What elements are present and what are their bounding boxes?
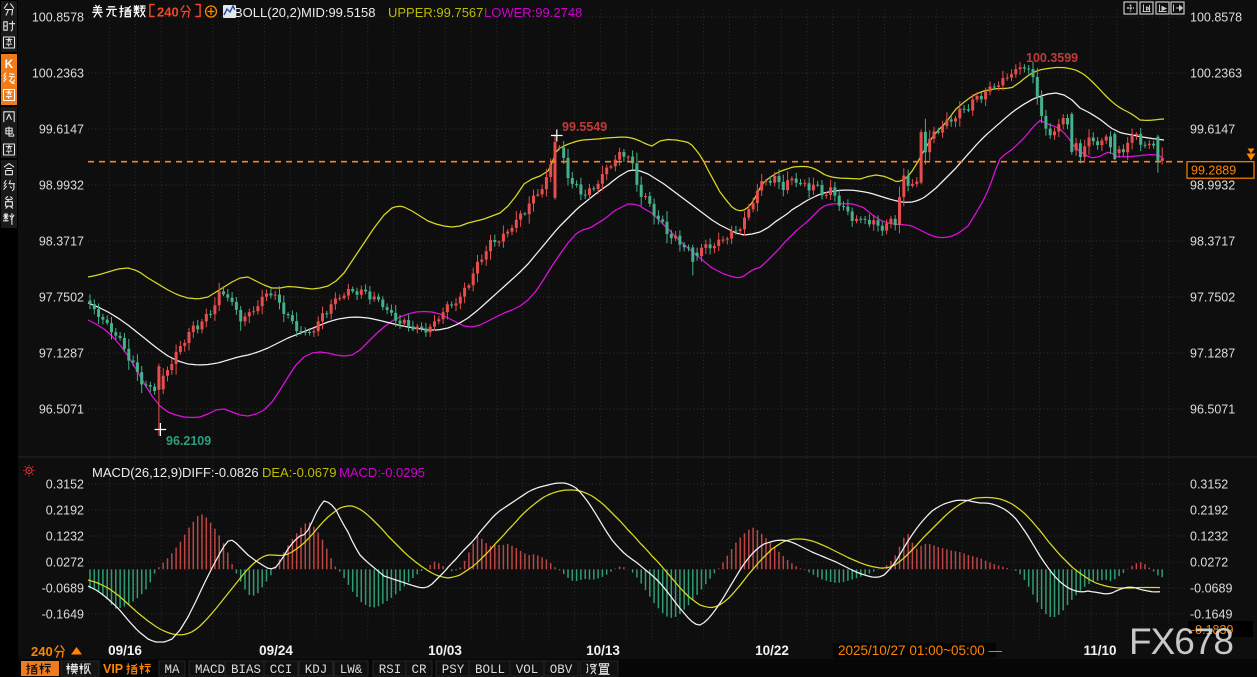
svg-text:0.0272: 0.0272	[1190, 556, 1228, 570]
svg-text:BOLL: BOLL	[475, 663, 505, 677]
svg-text:MA: MA	[164, 663, 180, 677]
svg-text:UPPER:99.7567: UPPER:99.7567	[388, 5, 483, 20]
svg-text:97.7502: 97.7502	[1190, 291, 1235, 305]
svg-text:LOWER:99.2748: LOWER:99.2748	[484, 5, 582, 20]
svg-text:11/10: 11/10	[1083, 643, 1116, 658]
svg-text:0.1232: 0.1232	[46, 530, 84, 544]
svg-text:0.3152: 0.3152	[1190, 478, 1228, 492]
svg-text:DEA:-0.0679: DEA:-0.0679	[262, 465, 336, 480]
svg-text:98.3717: 98.3717	[1190, 235, 1235, 249]
svg-text:97.1287: 97.1287	[1190, 347, 1235, 361]
svg-text:OBV: OBV	[550, 663, 573, 677]
svg-text:100.8578: 100.8578	[32, 11, 84, 25]
svg-text:10/13: 10/13	[586, 643, 620, 658]
svg-text:0.1232: 0.1232	[1190, 530, 1228, 544]
svg-text:98.9932: 98.9932	[1190, 179, 1235, 193]
svg-text:BIAS: BIAS	[231, 663, 261, 677]
svg-text:0.3152: 0.3152	[46, 478, 84, 492]
svg-text:100.8578: 100.8578	[1190, 11, 1242, 25]
svg-text:-0.1649: -0.1649	[1190, 608, 1232, 622]
svg-text:CCI: CCI	[270, 663, 293, 677]
svg-text:99.6147: 99.6147	[1190, 123, 1235, 137]
svg-text:10/03: 10/03	[428, 643, 462, 658]
svg-text:MACD(26,12,9): MACD(26,12,9)	[92, 465, 182, 480]
svg-text:09/16: 09/16	[108, 643, 142, 658]
svg-text:K: K	[5, 57, 14, 71]
svg-text:09/24: 09/24	[259, 643, 293, 658]
svg-text:240: 240	[31, 644, 53, 659]
svg-text:98.9932: 98.9932	[39, 179, 84, 193]
svg-text:0.2192: 0.2192	[1190, 504, 1228, 518]
svg-text:2025/10/27 01:00~05:00 —: 2025/10/27 01:00~05:00 —	[838, 643, 1003, 658]
svg-text:-0.0689: -0.0689	[1190, 582, 1232, 596]
svg-text:MACD: MACD	[195, 663, 225, 677]
svg-text:96.5071: 96.5071	[1190, 403, 1235, 417]
svg-text:96.5071: 96.5071	[39, 403, 84, 417]
svg-text:-0.1649: -0.1649	[42, 608, 84, 622]
svg-text:0.2192: 0.2192	[46, 504, 84, 518]
svg-text:99.2889: 99.2889	[1191, 164, 1236, 178]
svg-text:VIP: VIP	[103, 662, 123, 676]
svg-text:CR: CR	[411, 663, 427, 677]
svg-text:100.2363: 100.2363	[32, 67, 84, 81]
svg-text:MID:99.5158: MID:99.5158	[301, 5, 375, 20]
svg-text:100.3599: 100.3599	[1026, 51, 1078, 65]
svg-text:96.2109: 96.2109	[166, 434, 211, 448]
svg-text:99.6147: 99.6147	[39, 123, 84, 137]
svg-text:VOL: VOL	[516, 663, 539, 677]
svg-text:LW&: LW&	[340, 663, 363, 677]
svg-text:240: 240	[157, 5, 179, 20]
svg-text:FX678: FX678	[1129, 621, 1233, 662]
svg-text:99.5549: 99.5549	[562, 120, 607, 134]
svg-text:RSI: RSI	[379, 663, 402, 677]
svg-text:-0.0689: -0.0689	[42, 582, 84, 596]
svg-text:PSY: PSY	[442, 663, 465, 677]
svg-text:DIFF:-0.0826: DIFF:-0.0826	[182, 465, 259, 480]
svg-text:97.1287: 97.1287	[39, 347, 84, 361]
svg-text:98.3717: 98.3717	[39, 235, 84, 249]
svg-text:KDJ: KDJ	[305, 663, 328, 677]
svg-text:97.7502: 97.7502	[39, 291, 84, 305]
svg-text:BOLL(20,2): BOLL(20,2)	[234, 5, 301, 20]
svg-text:100.2363: 100.2363	[1190, 67, 1242, 81]
svg-text:MACD:-0.0295: MACD:-0.0295	[339, 465, 425, 480]
svg-text:10/22: 10/22	[755, 643, 789, 658]
svg-text:0.0272: 0.0272	[46, 556, 84, 570]
